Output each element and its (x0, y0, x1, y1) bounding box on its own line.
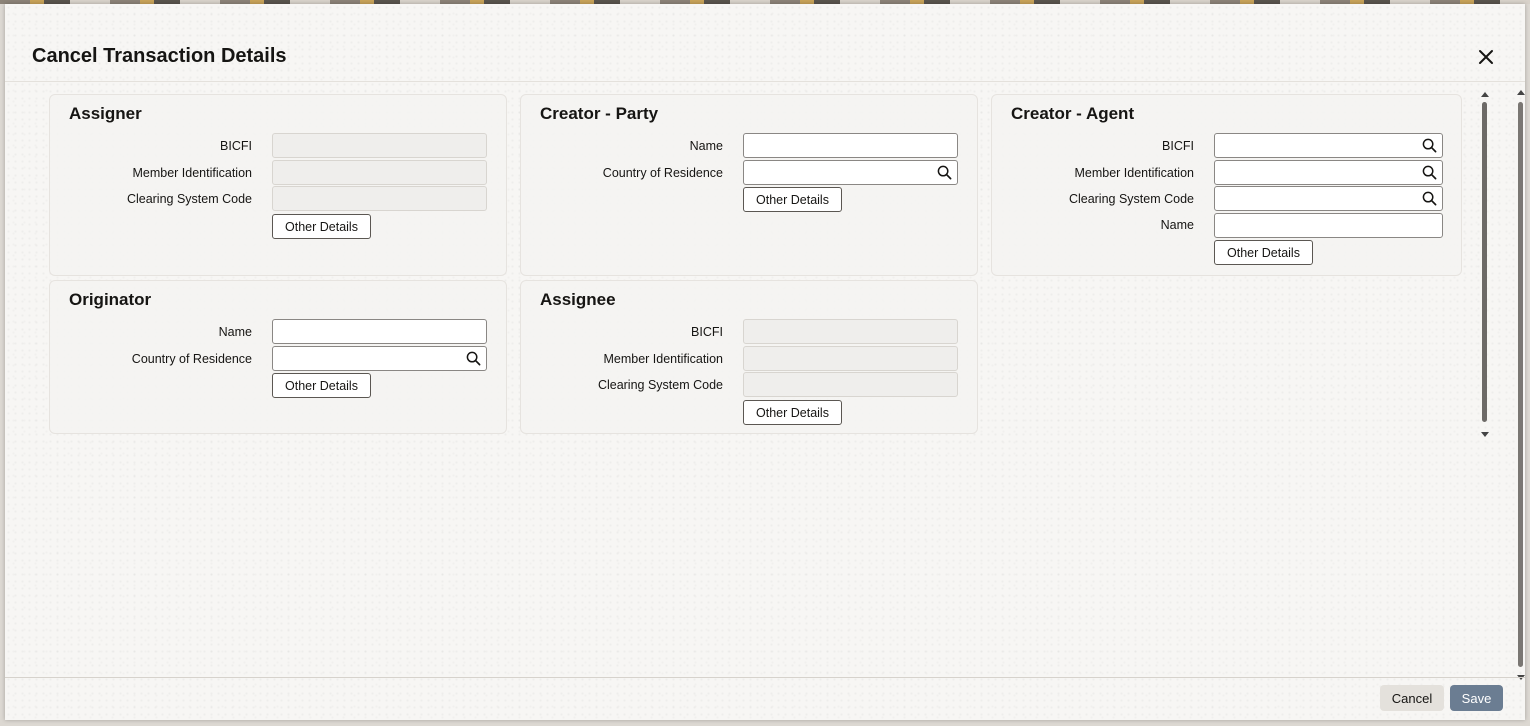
close-button[interactable] (1475, 46, 1497, 68)
originator-title: Originator (69, 290, 152, 309)
creator-party-name-label: Name (689, 139, 723, 153)
assigner-member-id-field[interactable] (272, 160, 487, 185)
creator-party-title: Creator - Party (540, 104, 659, 123)
scrollbar-thumb[interactable] (1482, 102, 1487, 422)
scroll-down-arrow-icon[interactable] (1481, 432, 1489, 437)
title-divider (5, 81, 1525, 82)
assignee-clearing-code-field[interactable] (743, 372, 958, 397)
assigner-clearing-code-field[interactable] (272, 186, 487, 211)
assigner-clearing-code-label: Clearing System Code (126, 192, 252, 206)
search-icon[interactable] (1422, 165, 1437, 180)
assignee-bicfi-label: BICFI (691, 325, 723, 339)
dialog-scroll-up-arrow-icon[interactable] (1517, 90, 1525, 95)
assigner-panel: Assigner BICFI Member Identification Cle… (49, 94, 507, 276)
creator-party-country-label: Country of Residence (602, 166, 723, 180)
content-scrollbar[interactable] (1481, 92, 1489, 437)
originator-country-label: Country of Residence (131, 352, 252, 366)
close-icon (1479, 50, 1493, 64)
originator-other-details-button[interactable]: Other Details (272, 373, 371, 398)
creator-agent-member-id-label: Member Identification (1074, 166, 1194, 180)
creator-agent-panel: Creator - Agent BICFI Member Identificat… (991, 94, 1462, 276)
cancel-transaction-dialog: Cancel Transaction Details Assigner BICF… (5, 4, 1525, 720)
originator-country-field[interactable] (272, 346, 487, 371)
dialog-title: Cancel Transaction Details (32, 45, 287, 67)
assignee-title: Assignee (540, 290, 616, 309)
search-icon[interactable] (1422, 191, 1437, 206)
creator-agent-title: Creator - Agent (1011, 104, 1135, 123)
creator-agent-name-label: Name (1160, 218, 1194, 232)
creator-agent-bicfi-field[interactable] (1214, 133, 1443, 158)
search-icon[interactable] (1422, 138, 1437, 153)
assignee-member-id-label: Member Identification (603, 352, 723, 366)
assignee-member-id-field[interactable] (743, 346, 958, 371)
creator-party-name-field[interactable] (743, 133, 958, 158)
creator-agent-clearing-code-field[interactable] (1214, 186, 1443, 211)
creator-agent-clearing-code-label: Clearing System Code (1068, 192, 1194, 206)
creator-party-other-details-button[interactable]: Other Details (743, 187, 842, 212)
assigner-other-details-button[interactable]: Other Details (272, 214, 371, 239)
creator-agent-bicfi-label: BICFI (1162, 139, 1194, 153)
creator-agent-member-id-field[interactable] (1214, 160, 1443, 185)
assignee-clearing-code-label: Clearing System Code (597, 378, 723, 392)
originator-name-field[interactable] (272, 319, 487, 344)
save-button[interactable]: Save (1450, 685, 1503, 711)
creator-party-country-field[interactable] (743, 160, 958, 185)
footer-divider (5, 677, 1525, 678)
assigner-bicfi-label: BICFI (220, 139, 252, 153)
creator-agent-name-field[interactable] (1214, 213, 1443, 238)
search-icon[interactable] (466, 351, 481, 366)
assignee-panel: Assignee BICFI Member Identification Cle… (520, 280, 978, 434)
scroll-up-arrow-icon[interactable] (1481, 92, 1489, 97)
originator-panel: Originator Name Country of Residence Oth… (49, 280, 507, 434)
cancel-button[interactable]: Cancel (1380, 685, 1444, 711)
search-icon[interactable] (937, 165, 952, 180)
assignee-bicfi-field[interactable] (743, 319, 958, 344)
assignee-other-details-button[interactable]: Other Details (743, 400, 842, 425)
dialog-scrollbar[interactable] (1517, 90, 1525, 680)
assigner-title: Assigner (69, 104, 142, 123)
dialog-scrollbar-thumb[interactable] (1518, 102, 1523, 667)
creator-agent-other-details-button[interactable]: Other Details (1214, 240, 1313, 265)
creator-party-panel: Creator - Party Name Country of Residenc… (520, 94, 978, 276)
assigner-member-id-label: Member Identification (132, 166, 252, 180)
assigner-bicfi-field[interactable] (272, 133, 487, 158)
originator-name-label: Name (218, 325, 252, 339)
